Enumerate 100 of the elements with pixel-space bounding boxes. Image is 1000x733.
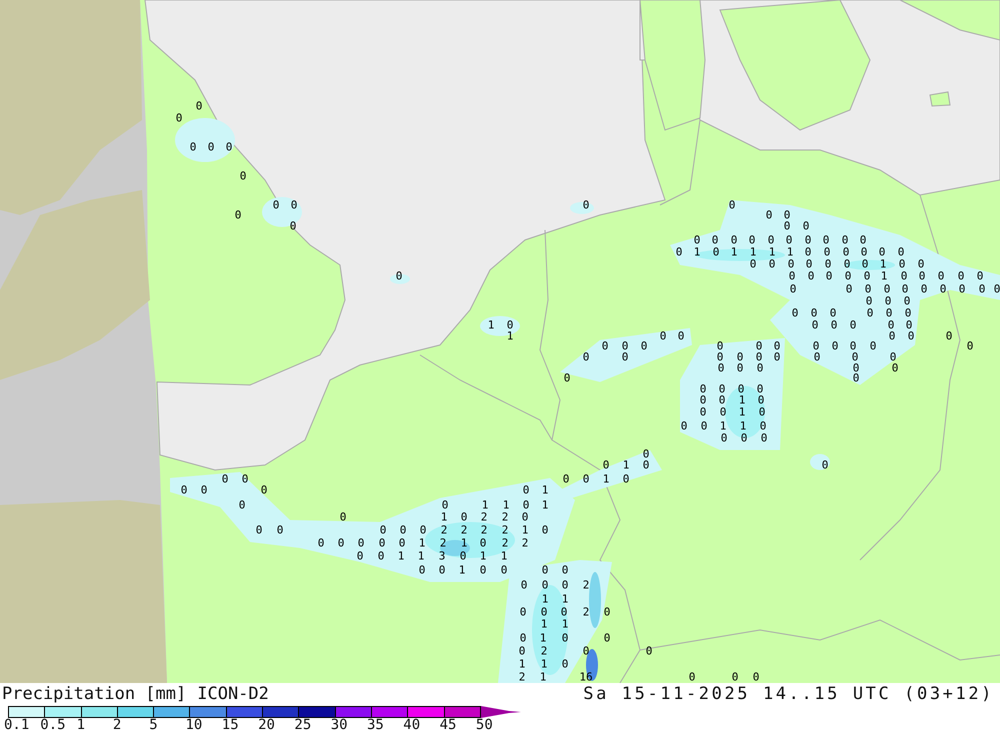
precipitation-value-label: 0 [196,100,202,112]
precipitation-value-label: 0 [784,220,790,232]
precipitation-value-label: 0 [540,606,548,618]
colorbar-tick-label: 45 [440,718,456,733]
precipitation-value-label: 0 [520,632,526,644]
precipitation-value-label: 0 [790,284,796,294]
precipitation-value-label: 0 [756,352,762,362]
precipitation-value-label: 0 [716,340,724,352]
precipitation-value-label: 0 [378,550,384,562]
precipitation-value-label: 0 [716,352,724,362]
precipitation-value-label: 0 [852,362,860,374]
legend-title: Precipitation [mm] [2,684,186,704]
precipitation-value-label: 0 [562,564,568,576]
precipitation-value-label: 0 [234,210,242,220]
precipitation-value-label: 0 [356,550,364,562]
precipitation-value-label: 0 [884,296,892,306]
precipitation-value-label: 1 [542,594,548,604]
precipitation-value-label: 0 [756,362,764,374]
precipitation-value-label: 0 [850,340,856,352]
precipitation-value-label: 0 [604,632,610,644]
precipitation-value-label: 1 [720,420,726,432]
valid-time: Sa 15-11-2025 14..15 UTC (03+12) [583,684,994,704]
precipitation-value-label: 0 [542,524,548,536]
precipitation-value-label: 0 [850,320,856,330]
precipitation-value-label: 1 [768,246,776,258]
precipitation-value-label: 0 [844,258,850,270]
precipitation-value-label: 0 [338,538,344,548]
precipitation-value-label: 0 [804,234,812,246]
colorbar-tick-label: 50 [476,718,493,733]
colorbar-tick-label: 0.5 [40,718,66,733]
precipitation-value-label: 0 [766,210,772,220]
precipitation-value-label: 0 [752,672,760,682]
precipitation-value-label: 0 [904,296,910,306]
precipitation-value-label: 0 [180,484,188,496]
precipitation-value-label: 0 [786,234,792,246]
colorbar-tick-label: 30 [330,718,348,733]
precipitation-value-label: 0 [290,200,298,210]
precipitation-value-label: 0 [976,270,984,282]
precipitation-value-label: 1 [786,246,794,258]
precipitation-value-label: 0 [842,234,848,246]
precipitation-value-label: 0 [890,352,896,362]
precipitation-value-label: 0 [358,538,364,548]
precipitation-value-label: 1 [488,320,494,330]
precipitation-value-label: 1 [694,246,700,258]
precipitation-value-label: 0 [560,606,568,618]
precipitation-value-label: 0 [520,580,528,590]
precipitation-value-label: 0 [888,330,896,342]
precipitation-value-label: 2 [540,646,548,656]
precipitation-value-label: 0 [582,646,590,656]
precipitation-value-label: 0 [826,270,832,282]
precipitation-value-label: 1 [440,512,448,522]
precipitation-value-label: 0 [260,484,268,496]
precipitation-value-label: 0 [398,538,406,548]
precipitation-value-label: 3 [438,550,446,562]
precipitation-value-label: 0 [978,284,986,294]
precipitation-value-label: 1 [750,246,756,258]
precipitation-value-label: 0 [788,258,794,270]
precipitation-value-label: 2 [522,538,528,548]
precipitation-value-label: 0 [902,284,908,294]
precipitation-value-label: 0 [864,270,870,282]
precipitation-value-label: 0 [400,524,406,536]
precipitation-value-label: 0 [966,340,974,352]
precipitation-value-label: 0 [898,246,904,258]
precipitation-value-label: 0 [760,432,768,444]
precipitation-value-label: 0 [582,200,590,210]
precipitation-value-label: 0 [784,210,790,220]
precipitation-value-label: 0 [830,308,836,318]
precipitation-value-label: 0 [756,340,762,352]
precipitation-value-label: 1 [522,524,528,536]
precipitation-value-label: 0 [852,372,860,384]
precipitation-value-label: 0 [700,384,706,394]
precipitation-value-label: 0 [774,340,780,352]
precipitation-value-label: 0 [888,320,894,330]
colorbar-tick-label: 20 [258,718,275,733]
precipitation-value-label: 0 [688,672,696,682]
precipitation-value-label: 0 [718,384,726,394]
precipitation-value-label: 0 [802,220,810,232]
precipitation-value-label: 1 [730,246,738,258]
precipitation-value-label: 0 [222,474,228,484]
precipitation-value-label: 0 [822,460,828,470]
precipitation-value-label: 0 [768,258,776,270]
precipitation-value-label: 0 [808,270,814,282]
precipitation-value-label: 2 [582,580,590,590]
precipitation-value-label: 0 [542,564,548,576]
precipitation-value-label: 1 [482,500,488,510]
precipitation-value-label: 0 [958,284,966,294]
precipitation-value-label: 1 [418,538,426,548]
precipitation-value-label: 0 [420,524,426,536]
colorbar-tick-label: 1 [76,718,86,733]
precipitation-value-label: 0 [380,524,386,536]
precipitation-value-label: 0 [642,460,650,470]
precipitation-value-label: 0 [788,270,796,282]
precipitation-value-label: 0 [792,308,798,318]
precipitation-value-label: 0 [480,564,486,576]
precipitation-value-label: 0 [518,646,526,656]
precipitation-value-label: 0 [700,406,706,418]
precipitation-value-label: 0 [256,524,262,536]
colorbar-tick-label: 2 [112,718,122,733]
precipitation-value-label: 0 [878,246,886,258]
precipitation-value-label: 0 [824,258,832,270]
